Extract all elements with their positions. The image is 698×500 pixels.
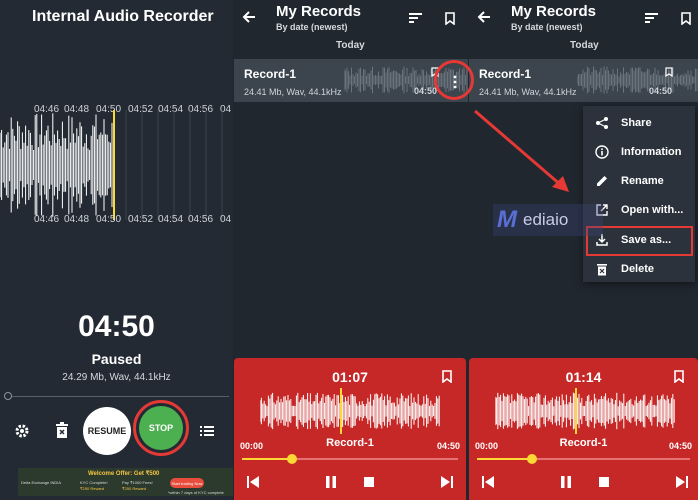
composite-screenshot: Internal Audio Recorder 04:46 04:48 04:5…	[0, 0, 698, 500]
annotation-arrow	[474, 109, 569, 192]
